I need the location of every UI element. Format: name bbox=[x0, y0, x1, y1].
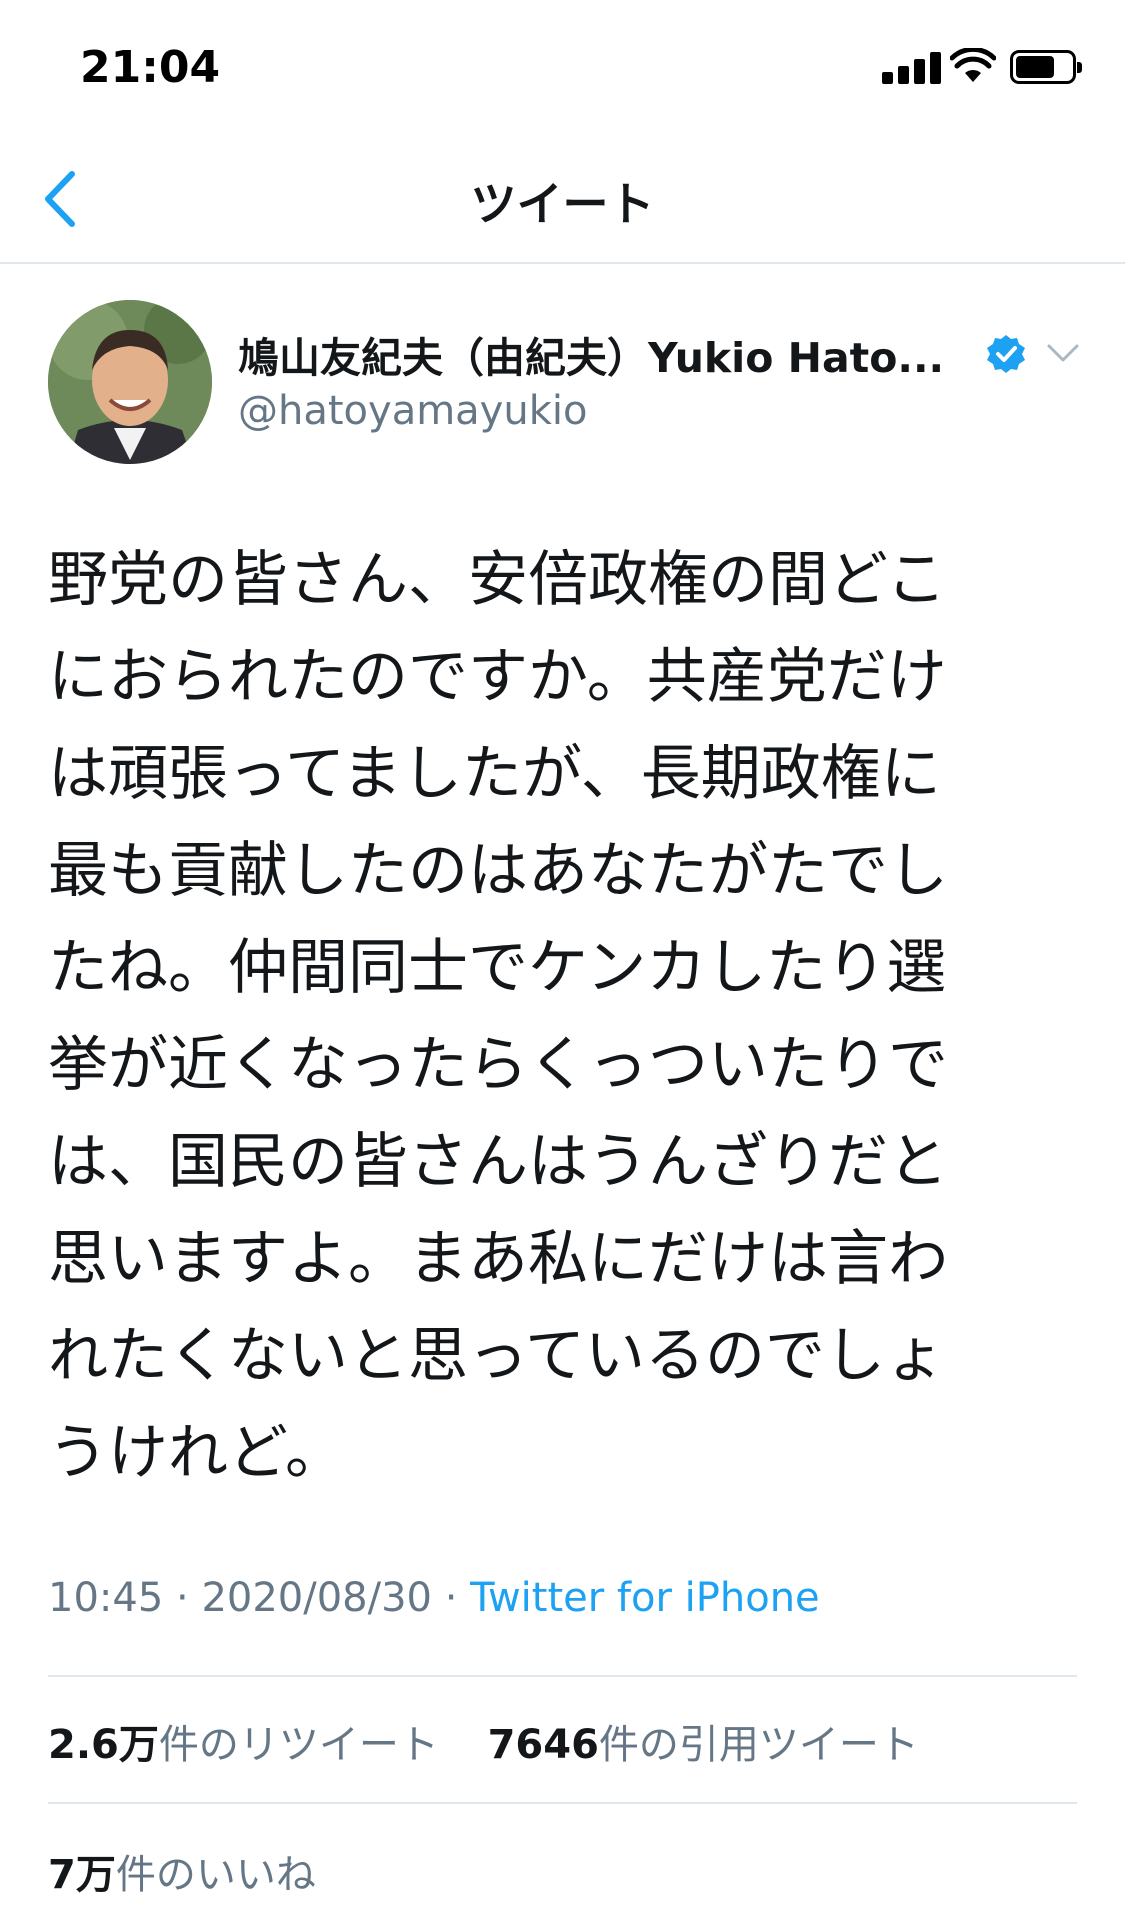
meta-separator: · bbox=[444, 1575, 458, 1621]
navigation-bar: ツイート bbox=[0, 130, 1125, 264]
retweets-count: 2.6万 bbox=[48, 1722, 159, 1768]
likes-count: 7万 bbox=[48, 1852, 116, 1898]
tweet-date: 2020/08/30 bbox=[201, 1575, 432, 1621]
tweet-time: 10:45 bbox=[48, 1575, 164, 1621]
wifi-icon bbox=[950, 48, 996, 82]
author-handle[interactable]: @hatoyamayukio bbox=[238, 388, 587, 434]
status-time: 21:04 bbox=[80, 42, 221, 93]
quotes-stat[interactable]: 7646件の引用ツイート bbox=[488, 1722, 919, 1768]
verified-badge-icon bbox=[987, 335, 1025, 373]
tweet-source-link[interactable]: Twitter for iPhone bbox=[470, 1575, 820, 1621]
meta-separator: · bbox=[176, 1575, 189, 1621]
chevron-down-icon[interactable] bbox=[1044, 338, 1082, 368]
quotes-label: 件の引用ツイート bbox=[598, 1722, 919, 1768]
retweets-stat[interactable]: 2.6万件のリツイート bbox=[48, 1722, 439, 1768]
author-display-name[interactable]: 鳩山友紀夫（由紀夫）Yukio Hato... bbox=[238, 324, 978, 384]
retweets-label: 件のリツイート bbox=[158, 1722, 439, 1768]
page-title: ツイート bbox=[470, 177, 655, 231]
tweet-text: 野党の皆さん、安倍政権の間どこ におられたのですか。共産党だけ は頑張ってました… bbox=[48, 545, 948, 1488]
quotes-count: 7646 bbox=[487, 1722, 599, 1768]
tweet-meta: 10:45 · 2020/08/30 · Twitter for iPhone bbox=[48, 1575, 820, 1621]
avatar[interactable] bbox=[48, 300, 212, 464]
stats-row-shares: 2.6万件のリツイート 7646件の引用ツイート bbox=[48, 1712, 955, 1770]
divider bbox=[48, 1802, 1077, 1804]
stats-row-likes: 7万件のいいね bbox=[48, 1842, 352, 1900]
status-bar: 21:04 bbox=[0, 0, 1125, 130]
cellular-signal-icon bbox=[882, 52, 946, 84]
likes-stat[interactable]: 7万件のいいね bbox=[48, 1852, 316, 1898]
divider bbox=[48, 1675, 1077, 1677]
battery-icon bbox=[1010, 50, 1082, 84]
likes-label: 件のいいね bbox=[115, 1852, 316, 1898]
